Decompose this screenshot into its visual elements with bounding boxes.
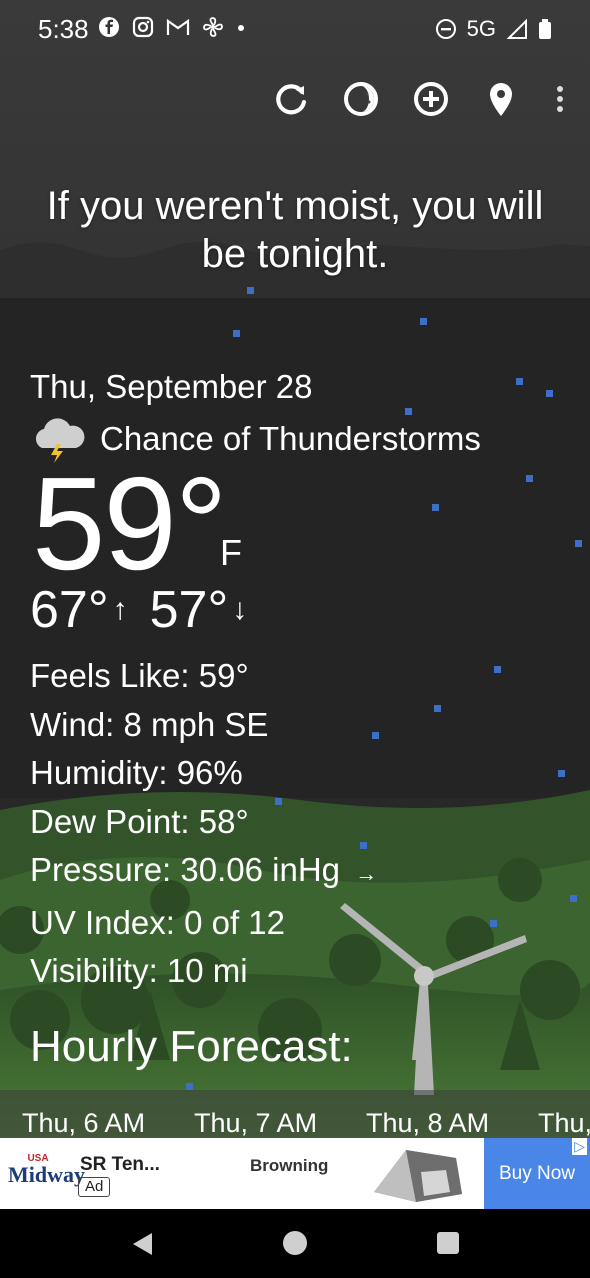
refresh-button[interactable] — [270, 78, 312, 120]
uv-index: UV Index: 0 of 12 — [30, 903, 285, 941]
rain-drop — [558, 770, 565, 777]
wind: Wind: 8 mph SE — [30, 705, 269, 743]
rain-drop — [432, 504, 439, 511]
buy-now-label: Buy Now — [498, 1162, 576, 1184]
humidity: Humidity: 96% — [30, 754, 243, 791]
ad-choices-icon[interactable]: ▷ — [572, 1138, 587, 1155]
pressure: Pressure: 30.06 inHg — [30, 851, 341, 888]
ad-brand: Browning — [250, 1156, 329, 1175]
location-button[interactable] — [480, 78, 522, 120]
feels-like: Feels Like: 59° — [30, 657, 249, 694]
location-icon — [490, 83, 512, 116]
forecast-date: Thu, September 28 — [30, 368, 313, 405]
up-arrow-icon: ↑ — [112, 593, 128, 626]
pressure-trend-icon: → — [355, 861, 378, 886]
facebook-icon — [99, 17, 119, 37]
navigation-bar — [0, 1209, 590, 1278]
rain-drop — [247, 287, 254, 294]
add-location-button[interactable] — [410, 78, 452, 120]
ad-badge: Ad — [78, 1177, 111, 1197]
ad-banner[interactable]: USA Midway SR Ten... Ad Browning Buy Now… — [0, 1138, 590, 1209]
signal-icon — [506, 18, 527, 39]
toolbar — [270, 78, 570, 120]
hour-item[interactable]: Thu, — [538, 1108, 590, 1139]
fan-icon — [203, 17, 223, 37]
advertiser-logo: USA Midway — [8, 1154, 85, 1187]
visibility: Visibility: 10 mi — [30, 952, 248, 989]
dnd-icon — [435, 19, 456, 39]
rain-drop — [233, 330, 240, 337]
rain-drop — [490, 920, 497, 927]
system-icons: 5G — [435, 16, 552, 42]
hour-item[interactable]: Thu, 8 AM — [366, 1108, 489, 1139]
battery-icon — [539, 19, 551, 39]
dew-point: Dew Point: 58° — [30, 802, 249, 840]
rain-drop — [575, 540, 582, 547]
rain-drop — [570, 895, 577, 902]
theme-icon — [344, 82, 378, 116]
hourly-forecast-title: Hourly Forecast: — [30, 1022, 353, 1071]
weather-quote: If you weren't moist, you will be tonigh… — [46, 184, 544, 276]
more-icon — [557, 86, 563, 112]
rain-drop — [526, 475, 533, 482]
add-icon — [414, 82, 448, 116]
back-icon[interactable] — [130, 1231, 154, 1257]
rain-drop — [516, 378, 523, 385]
down-arrow-icon: ↓ — [232, 593, 248, 626]
home-icon[interactable] — [282, 1230, 308, 1256]
hour-item[interactable]: Thu, 6 AM — [22, 1108, 145, 1139]
instagram-icon — [132, 16, 154, 38]
high-low: 67° ↑ 57° ↓ — [30, 580, 269, 640]
status-bar: 5:38 5G — [0, 0, 590, 60]
refresh-icon — [276, 84, 307, 115]
high-temperature: 67° — [30, 581, 109, 639]
rain-drop — [186, 1083, 193, 1090]
rain-drop — [434, 705, 441, 712]
ad-title[interactable]: SR Ten... — [80, 1154, 160, 1176]
theme-button[interactable] — [340, 78, 382, 120]
weather-screen: 5:38 5G If you weren't moist, you will b… — [0, 0, 590, 1278]
low-temperature: 57° — [149, 581, 229, 639]
gmail-icon — [166, 18, 190, 35]
rain-drop — [546, 390, 553, 397]
tent-image — [374, 1150, 462, 1202]
recents-icon[interactable] — [436, 1231, 460, 1255]
logo-main-text: Midway — [8, 1162, 85, 1187]
rain-drop — [420, 318, 427, 325]
dot-icon — [238, 25, 244, 31]
rain-drop — [494, 666, 501, 673]
status-time: 5:38 — [38, 14, 89, 44]
temperature-unit: F — [220, 532, 242, 573]
hour-item[interactable]: Thu, 7 AM — [194, 1108, 317, 1139]
more-options-button[interactable] — [550, 78, 570, 120]
pressure-row: Pressure: 30.06 inHg → — [30, 846, 377, 899]
weather-details: Feels Like: 59° Wind: 8 mph SE Humidity:… — [30, 652, 377, 996]
notification-icons — [98, 16, 246, 38]
current-temperature: 59° — [32, 450, 228, 597]
network-type: 5G — [466, 16, 496, 41]
